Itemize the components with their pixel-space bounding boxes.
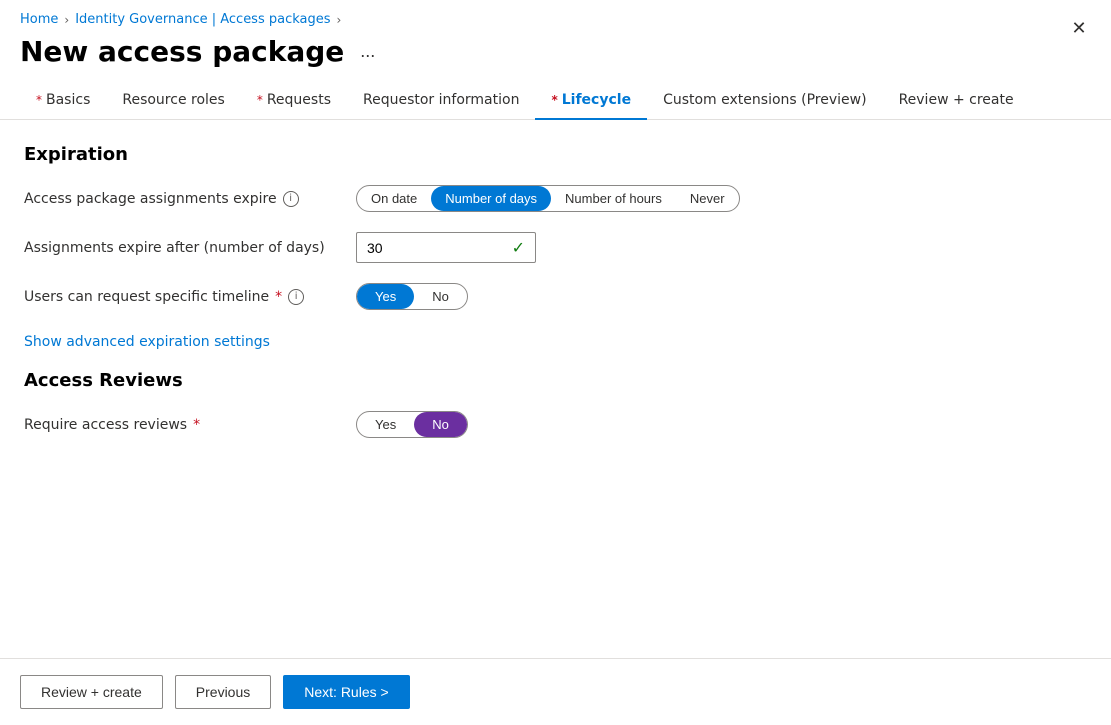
advanced-expiration-link[interactable]: Show advanced expiration settings — [24, 334, 270, 350]
require-access-reviews-label: Require access reviews * — [24, 417, 344, 433]
access-reviews-section-title: Access Reviews — [24, 370, 1087, 391]
breadcrumb-identity-governance[interactable]: Identity Governance | Access packages — [75, 12, 330, 27]
require-reviews-yes[interactable]: Yes — [357, 412, 414, 437]
days-after-row: Assignments expire after (number of days… — [24, 232, 1087, 263]
tab-lifecycle[interactable]: * Lifecycle — [535, 82, 647, 120]
specific-timeline-info-icon[interactable]: i — [288, 289, 304, 305]
check-icon: ✓ — [512, 238, 525, 257]
assignments-expire-label: Access package assignments expire i — [24, 191, 344, 207]
require-reviews-toggle: Yes No — [356, 411, 468, 438]
expire-option-on-date[interactable]: On date — [357, 186, 431, 211]
tab-custom-extensions[interactable]: Custom extensions (Preview) — [647, 82, 883, 120]
require-reviews-no[interactable]: No — [414, 412, 467, 437]
breadcrumb: Home › Identity Governance | Access pack… — [20, 12, 1091, 27]
specific-timeline-toggle: Yes No — [356, 283, 468, 310]
more-options-button[interactable]: ... — [354, 39, 381, 64]
require-reviews-required: * — [193, 417, 200, 433]
specific-timeline-yes[interactable]: Yes — [357, 284, 414, 309]
main-area: * Basics Resource roles * Requests Reque… — [0, 72, 1111, 658]
specific-timeline-no[interactable]: No — [414, 284, 467, 309]
previous-button[interactable]: Previous — [175, 675, 271, 709]
expire-option-number-of-days[interactable]: Number of days — [431, 186, 551, 211]
tabs-container: * Basics Resource roles * Requests Reque… — [0, 82, 1111, 120]
expire-option-number-of-hours[interactable]: Number of hours — [551, 186, 676, 211]
require-access-reviews-row: Require access reviews * Yes No — [24, 411, 1087, 438]
requests-required-star: * — [257, 93, 263, 107]
days-input-container: ✓ — [356, 232, 536, 263]
tab-review-create[interactable]: Review + create — [883, 82, 1030, 120]
tab-resource-roles[interactable]: Resource roles — [106, 82, 240, 120]
close-button[interactable]: ✕ — [1063, 12, 1095, 44]
tab-requestor-information[interactable]: Requestor information — [347, 82, 535, 120]
lifecycle-required-star: * — [551, 93, 557, 107]
breadcrumb-home[interactable]: Home — [20, 12, 58, 27]
days-after-label: Assignments expire after (number of days… — [24, 240, 344, 256]
specific-timeline-required: * — [275, 289, 282, 305]
expire-option-never[interactable]: Never — [676, 186, 739, 211]
basics-required-star: * — [36, 93, 42, 107]
assignments-expire-row: Access package assignments expire i On d… — [24, 185, 1087, 212]
tab-basics[interactable]: * Basics — [20, 82, 106, 120]
assignments-expire-info-icon[interactable]: i — [283, 191, 299, 207]
page-title: New access package — [20, 35, 344, 68]
content-area: Expiration Access package assignments ex… — [0, 120, 1111, 658]
days-input[interactable] — [367, 240, 487, 256]
specific-timeline-label: Users can request specific timeline * i — [24, 289, 344, 305]
footer: Review + create Previous Next: Rules > — [0, 658, 1111, 725]
expire-options-control: On date Number of days Number of hours N… — [356, 185, 740, 212]
advanced-link-row: Show advanced expiration settings — [24, 330, 1087, 350]
breadcrumb-sep2: › — [337, 13, 342, 27]
expiration-section-title: Expiration — [24, 144, 1087, 165]
breadcrumb-sep1: › — [64, 13, 69, 27]
next-button[interactable]: Next: Rules > — [283, 675, 409, 709]
review-create-button[interactable]: Review + create — [20, 675, 163, 709]
specific-timeline-row: Users can request specific timeline * i … — [24, 283, 1087, 310]
tab-requests[interactable]: * Requests — [241, 82, 347, 120]
